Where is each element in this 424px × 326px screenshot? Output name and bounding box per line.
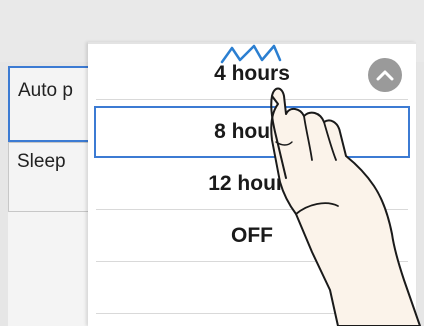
background-list-area [8, 212, 94, 326]
chevron-up-icon [376, 70, 394, 81]
list-divider [88, 42, 416, 44]
option-label: 8 hours [214, 120, 290, 143]
setting-item-label: Auto p [18, 80, 73, 101]
list-item [96, 262, 408, 314]
setting-item-label: Sleep [17, 151, 66, 172]
option-4-hours[interactable]: 4 hours [96, 48, 408, 100]
option-12-hours[interactable]: 12 hours [96, 158, 408, 210]
option-off[interactable]: OFF [96, 210, 408, 262]
option-8-hours[interactable]: 8 hours [94, 106, 410, 158]
option-label: OFF [231, 223, 273, 247]
scroll-up-button[interactable] [368, 58, 402, 92]
setting-item-auto-power[interactable]: Auto p [8, 66, 94, 142]
setting-item-sleep[interactable]: Sleep [8, 142, 94, 212]
option-label: 4 hours [214, 61, 290, 85]
option-label: 12 hours [208, 171, 296, 195]
time-dropdown-list: 4 hours 8 hours 12 hours OFF [88, 42, 416, 326]
